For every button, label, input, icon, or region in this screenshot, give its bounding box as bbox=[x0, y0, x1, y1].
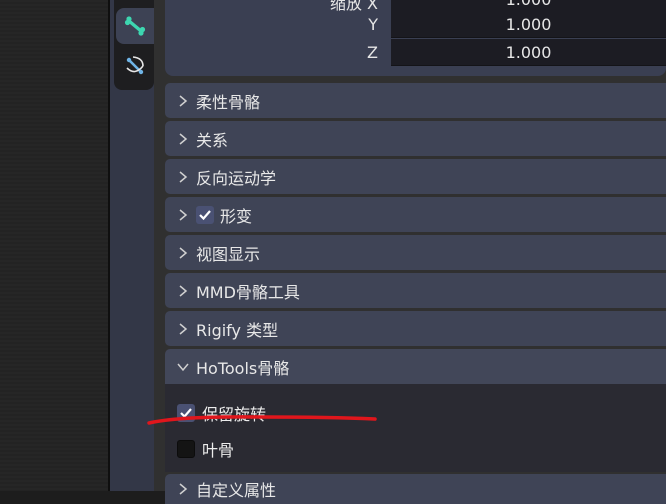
panel-title: MMD骨骼工具 bbox=[196, 282, 300, 302]
keep-rotation-label: 保留旋转 bbox=[202, 405, 267, 424]
tab-bone-constraints[interactable] bbox=[116, 48, 154, 84]
panel-title: 自定义属性 bbox=[196, 481, 277, 500]
tab-bone[interactable] bbox=[116, 8, 154, 44]
leaf-bone-checkbox[interactable] bbox=[177, 440, 195, 458]
bone-constraint-icon bbox=[126, 56, 144, 75]
hotools-bone-content: 保留旋转 叶骨 bbox=[165, 384, 666, 472]
chevron-right-icon bbox=[179, 208, 188, 221]
deform-checkbox[interactable] bbox=[196, 205, 214, 224]
chevron-right-icon bbox=[179, 246, 188, 259]
panel-mmd-bone-tools[interactable]: MMD骨骼工具 bbox=[165, 273, 666, 308]
leaf-bone-row[interactable]: 叶骨 bbox=[177, 437, 234, 461]
chevron-right-icon bbox=[179, 284, 188, 297]
panel-relations[interactable]: 关系 bbox=[165, 121, 666, 156]
panel-title: 视图显示 bbox=[196, 244, 261, 264]
panel-title: 关系 bbox=[196, 130, 229, 150]
scale-z-label: Z bbox=[367, 43, 378, 62]
chevron-right-icon bbox=[179, 94, 188, 107]
panel-rigify-type[interactable]: Rigify 类型 bbox=[165, 311, 666, 346]
leaf-bone-label: 叶骨 bbox=[202, 441, 235, 460]
scale-z-field[interactable]: 1.000 bbox=[391, 39, 666, 66]
panel-title: 反向运动学 bbox=[196, 168, 277, 188]
panel-title: 形变 bbox=[220, 206, 253, 226]
panel-title: Rigify 类型 bbox=[196, 320, 279, 340]
panel-custom-properties[interactable]: 自定义属性 bbox=[165, 474, 666, 504]
keep-rotation-row[interactable]: 保留旋转 bbox=[177, 401, 266, 425]
chevron-right-icon bbox=[179, 170, 188, 183]
panel-bendy-bones[interactable]: 柔性骨骼 bbox=[165, 83, 666, 118]
chevron-right-icon bbox=[179, 132, 188, 145]
scale-y-row: Y 1.000 bbox=[165, 11, 666, 39]
chevron-down-icon bbox=[177, 363, 189, 371]
scale-z-row: Z 1.000 bbox=[165, 39, 666, 67]
chevron-right-icon bbox=[179, 322, 188, 335]
panel-viewport-display[interactable]: 视图显示 bbox=[165, 235, 666, 270]
panel-title: HoTools骨骼 bbox=[196, 358, 290, 378]
scale-y-label: Y bbox=[368, 15, 378, 34]
viewport-left-area bbox=[0, 0, 108, 491]
bone-icon bbox=[124, 16, 146, 36]
panel-hotools-bone[interactable]: HoTools骨骼 bbox=[165, 349, 666, 384]
panel-title: 柔性骨骼 bbox=[196, 92, 261, 112]
checkmark-icon bbox=[199, 209, 211, 220]
chevron-right-icon bbox=[179, 483, 188, 495]
panel-deform[interactable]: 形变 bbox=[165, 197, 666, 232]
checkmark-icon bbox=[180, 408, 192, 419]
panel-inverse-kinematics[interactable]: 反向运动学 bbox=[165, 159, 666, 194]
keep-rotation-checkbox[interactable] bbox=[177, 404, 195, 422]
scale-y-field[interactable]: 1.000 bbox=[391, 11, 666, 38]
